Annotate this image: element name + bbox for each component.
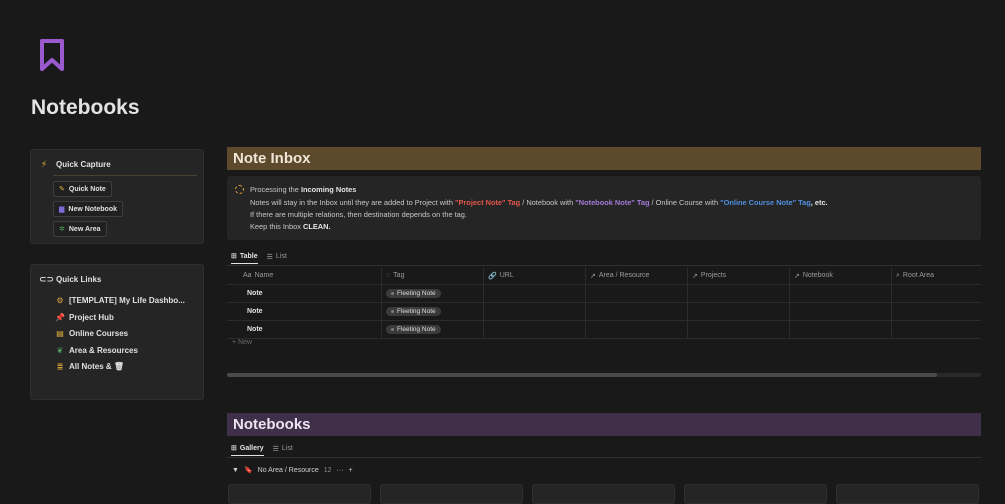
relation-icon: ↗ — [692, 272, 698, 280]
group-count: 12 — [323, 466, 332, 474]
gallery-card[interactable] — [380, 484, 523, 504]
quick-link-all-notes[interactable]: ≣ All Notes & 🗑 — [55, 362, 124, 371]
column-projects[interactable]: ↗ Projects — [688, 267, 790, 284]
bookmark-icon — [40, 39, 64, 71]
group-header[interactable]: ▼ 🔖 No Area / Resource 12 ··· + — [232, 466, 353, 475]
tag-pill[interactable]: Fleeting Note — [386, 325, 441, 334]
relation-icon: ↗ — [794, 272, 800, 280]
group-label: No Area / Resource — [257, 466, 319, 474]
tab-list[interactable]: ☰ List — [267, 253, 287, 264]
quick-capture-card: ⚡ Quick Capture ✎ Quick Note ▆ New Noteb… — [30, 149, 204, 244]
dot-icon — [391, 310, 394, 313]
select-icon: ◌ — [386, 272, 391, 279]
dot-icon — [391, 328, 394, 331]
notebooks-heading: Notebooks — [227, 413, 981, 436]
edit-icon: ✎ — [59, 186, 65, 193]
quick-link-project-hub[interactable]: 📌 Project Hub — [55, 313, 114, 322]
quick-link-online-courses[interactable]: ▤ Online Courses — [55, 329, 128, 338]
new-notebook-button[interactable]: ▆ New Notebook — [53, 201, 124, 217]
list-icon: ☰ — [266, 253, 273, 261]
gallery-card[interactable] — [532, 484, 675, 504]
gallery-icon: ⊞ — [231, 445, 237, 452]
quick-capture-header: ⚡ Quick Capture — [39, 159, 111, 170]
table-row[interactable]: Note Fleeting Note — [227, 303, 981, 321]
lightning-icon: ⚡ — [40, 159, 48, 169]
tab-list[interactable]: ☰ List — [273, 445, 293, 456]
page-title: Notebooks — [31, 96, 140, 119]
tab-divider — [227, 457, 981, 458]
quick-note-button[interactable]: ✎ Quick Note — [53, 181, 112, 197]
tag-pill[interactable]: Fleeting Note — [386, 289, 441, 298]
gallery-card[interactable] — [836, 484, 979, 504]
column-area-resource[interactable]: ↗ Area / Resource — [586, 267, 688, 284]
quick-link-area-resources[interactable]: ❦ Area & Resources — [55, 346, 138, 355]
row-name[interactable]: Note — [243, 290, 263, 297]
inbox-table: Aa Name ◌ Tag 🔗 URL ↗ Area / Resource ↗ Proje… — [227, 267, 981, 339]
relation-icon: ↗ — [590, 272, 596, 280]
tab-gallery[interactable]: ⊞ Gallery — [231, 444, 264, 456]
callout: Processing the Incoming Notes Notes will… — [227, 176, 981, 240]
divider — [53, 175, 197, 176]
column-notebook[interactable]: ↗ Notebook — [790, 267, 892, 284]
table-icon: ⊞ — [231, 253, 237, 260]
column-url[interactable]: 🔗 URL — [484, 267, 586, 284]
note-inbox-heading: Note Inbox — [227, 147, 981, 170]
tab-divider — [227, 265, 981, 266]
pin-icon: 📌 — [55, 313, 65, 322]
loading-circle-icon — [235, 185, 244, 194]
quick-link-dashboard[interactable]: ⚙ [TEMPLATE] My Life Dashbo... — [55, 296, 184, 305]
triangle-down-icon[interactable]: ▼ — [232, 467, 239, 474]
callout-line-3: If there are multiple relations, then de… — [250, 210, 467, 219]
tag-pill[interactable]: Fleeting Note — [386, 307, 441, 316]
inbox-view-tabs: ⊞ Table ☰ List — [231, 252, 287, 264]
bookmark-icon: 🔖 — [243, 467, 253, 474]
course-icon: ▤ — [56, 329, 64, 338]
column-name[interactable]: Aa Name — [239, 267, 382, 284]
table-row[interactable]: Note Fleeting Note — [227, 285, 981, 303]
quick-links-card: ⊂⊃ Quick Links ⚙ [TEMPLATE] My Life Dash… — [30, 264, 204, 400]
column-tag[interactable]: ◌ Tag — [382, 267, 484, 284]
row-name[interactable]: Note — [243, 308, 263, 315]
link-icon: 🔗 — [488, 272, 497, 280]
quick-links-title: Quick Links — [56, 275, 102, 284]
table-row[interactable]: Note Fleeting Note — [227, 321, 981, 339]
callout-line-2: Notes will stay in the Inbox until they … — [250, 198, 828, 207]
column-root-area[interactable]: ⌕ Root Area — [892, 267, 981, 284]
scrollbar-thumb[interactable] — [227, 373, 937, 377]
gallery-card[interactable] — [684, 484, 827, 504]
database-icon: ≣ — [56, 362, 64, 371]
list-icon: ☰ — [272, 445, 279, 453]
table-header: Aa Name ◌ Tag 🔗 URL ↗ Area / Resource ↗ Proje… — [227, 267, 981, 285]
sprout-icon: ✲ — [59, 226, 65, 233]
callout-line-4: Keep this Inbox CLEAN. — [250, 222, 331, 231]
notebooks-view-tabs: ⊞ Gallery ☰ List — [231, 444, 293, 456]
link-icon: ⊂⊃ — [39, 274, 55, 284]
new-area-button[interactable]: ✲ New Area — [53, 221, 107, 237]
book-icon: ▆ — [59, 206, 65, 213]
plant-icon: ❦ — [56, 346, 64, 355]
callout-line-1: Processing the Incoming Notes — [250, 185, 357, 194]
text-icon: Aa — [243, 272, 252, 279]
horizontal-scrollbar[interactable] — [227, 373, 981, 377]
new-row-button[interactable]: + New — [232, 339, 252, 346]
dashboard-icon: ⚙ — [56, 296, 64, 305]
dot-icon — [391, 292, 394, 295]
search-icon: ⌕ — [896, 271, 900, 279]
quick-capture-title: Quick Capture — [56, 160, 111, 169]
more-icon[interactable]: ··· — [337, 467, 344, 474]
gallery-card[interactable] — [228, 484, 371, 504]
tab-table[interactable]: ⊞ Table — [231, 252, 258, 264]
add-icon[interactable]: + — [349, 467, 353, 474]
quick-links-header: ⊂⊃ Quick Links — [39, 274, 101, 285]
row-name[interactable]: Note — [243, 326, 263, 333]
